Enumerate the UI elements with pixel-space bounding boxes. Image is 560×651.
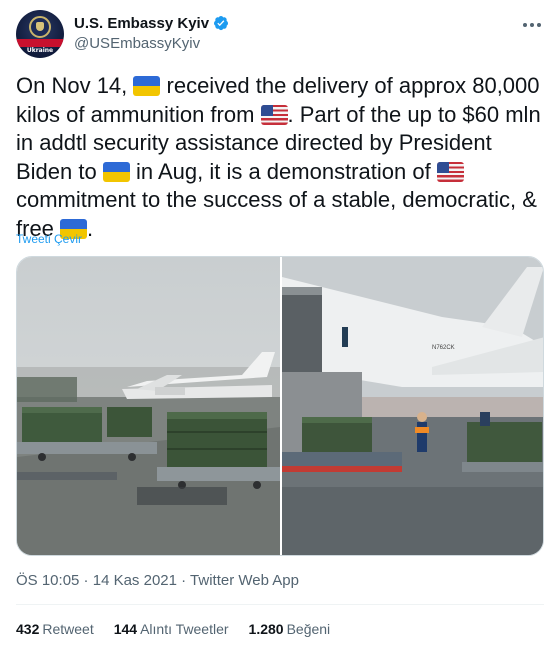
photo-cargo-pallets-left[interactable] [17, 257, 280, 555]
author-names: U.S. Embassy Kyiv @USEmbassyKyiv [74, 13, 229, 52]
tweet-text-segment: commitment to the success of a stable, d… [16, 187, 537, 241]
likes-stat[interactable]: 1.280 Beğeni [249, 621, 331, 637]
quotes-label: Alıntı Tweetler [140, 621, 229, 637]
ukraine-flag-icon [133, 76, 161, 96]
tweet-header: Ukraine U.S. Embassy Kyiv @USEmbassyKyiv [16, 10, 544, 60]
tweet-source[interactable]: Twitter Web App [190, 572, 299, 589]
retweets-count: 432 [16, 621, 40, 637]
tweet-text-segment: in Aug, it is a demonstration of [129, 158, 437, 184]
us-flag-icon [436, 161, 464, 182]
avatar-label: Ukraine [26, 47, 54, 54]
ukraine-flag-icon [102, 161, 130, 182]
media-grid: N762CK [16, 256, 544, 556]
tweet-text-segment: . [87, 215, 94, 241]
tweet-meta: ÖS 10:05 · 14 Kas 2021 · Twitter Web App [16, 572, 299, 589]
likes-count: 1.280 [248, 621, 284, 637]
quote-tweets-stat[interactable]: 144 Alıntı Tweetler [114, 621, 229, 637]
handle[interactable]: @USEmbassyKyiv [74, 35, 229, 52]
us-flag-icon [260, 104, 288, 125]
meta-separator-1: · [79, 572, 93, 589]
divider [16, 604, 544, 605]
meta-separator-2: · [176, 572, 191, 589]
tweet-text-segment: On Nov 14, [16, 73, 134, 98]
tweet-text: On Nov 14, received the delivery of appr… [16, 72, 546, 243]
retweets-stat[interactable]: 432 Retweet [16, 621, 94, 637]
photo-cargo-plane-right[interactable]: N762CK [282, 257, 543, 555]
verified-badge-icon [214, 16, 229, 31]
tail-number: N762CK [432, 345, 455, 351]
retweets-label: Retweet [42, 621, 94, 637]
more-options-icon[interactable] [520, 16, 544, 34]
tweet-stats: 432 Retweet 144 Alıntı Tweetler 1.280 Beğen… [16, 621, 330, 637]
tweet-date[interactable]: 14 Kas 2021 [93, 572, 177, 589]
likes-label: Beğeni [286, 621, 331, 637]
translate-tweet-link[interactable]: Tweeti Çevir [16, 232, 82, 246]
avatar[interactable]: Ukraine [16, 10, 64, 58]
quotes-count: 144 [113, 621, 138, 637]
display-name[interactable]: U.S. Embassy Kyiv [74, 15, 209, 32]
tweet-time[interactable]: ÖS 10:05 [16, 572, 79, 589]
embassy-seal-icon [29, 16, 51, 38]
